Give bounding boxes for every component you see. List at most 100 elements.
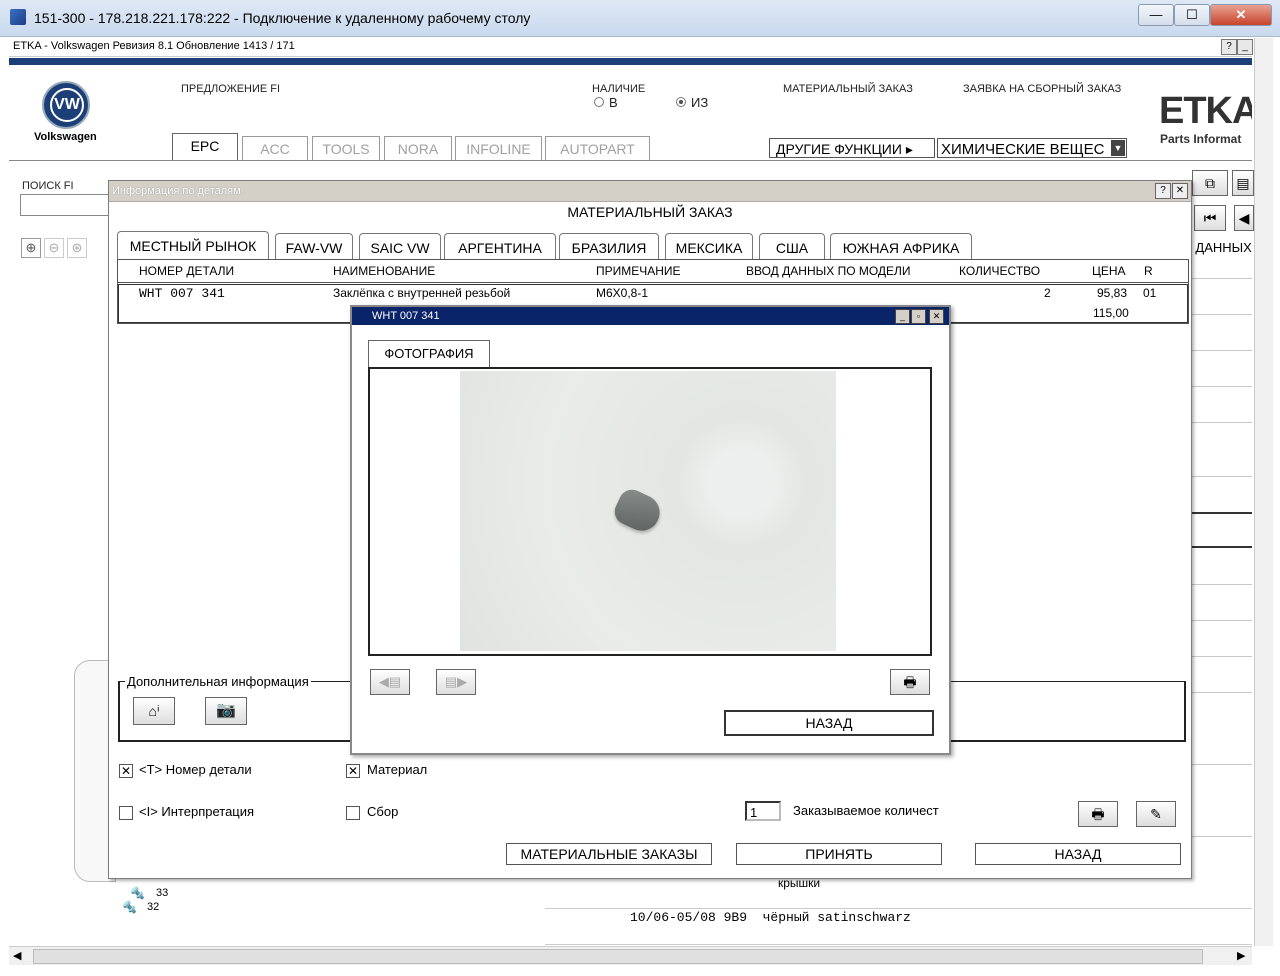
accept-button[interactable]: ПРИНЯТЬ: [736, 843, 942, 865]
prev-page-icon[interactable]: ◀: [1234, 205, 1254, 231]
photo-window-title-bar: WHT 007 341 _ ▫ ✕: [352, 307, 949, 325]
bg-part-row[interactable]: 10/06-05/08 9B9 чёрный satinschwarz: [630, 910, 911, 925]
list-row-line: [1190, 546, 1252, 548]
row-name[interactable]: Заклёпка с внутренней резьбой: [333, 286, 510, 300]
col-r: R: [1144, 264, 1153, 278]
dialog-close-icon[interactable]: ✕: [1172, 183, 1188, 199]
etka-help-button[interactable]: ?: [1221, 39, 1237, 55]
scroll-thumb[interactable]: [33, 949, 1203, 964]
offer-label[interactable]: ПРЕДЛОЖЕНИЕ FI: [181, 83, 280, 95]
list-row-line: [1190, 350, 1252, 351]
tab-nora[interactable]: NORA: [384, 136, 452, 161]
bottom-scrollbar[interactable]: ◀ ▶: [9, 946, 1252, 965]
radio-iz[interactable]: [676, 97, 686, 107]
col-model-data: ВВОД ДАННЫХ ПО МОДЕЛИ: [746, 264, 911, 278]
photo-close-icon[interactable]: ✕: [929, 309, 944, 324]
interpretation-option-label: <I> Интерпретация: [139, 804, 255, 819]
row-note[interactable]: M6X0,8-1: [596, 286, 648, 300]
part-info-dialog-title: Информация по деталям: [112, 185, 241, 197]
assembly-option-label: Сбор: [367, 804, 399, 819]
tab-infoline[interactable]: INFOLINE: [455, 136, 542, 161]
next-photo-icon[interactable]: ▤▶: [436, 669, 476, 695]
callout-32: 32: [147, 901, 160, 913]
callout-33: 33: [156, 887, 169, 899]
assembly-checkbox[interactable]: [346, 806, 360, 820]
right-scrollbar[interactable]: [1254, 38, 1273, 946]
photo-print-icon[interactable]: 🖶: [890, 669, 930, 695]
edit-icon[interactable]: ✎: [1136, 801, 1176, 827]
order-quantity-input[interactable]: 1: [745, 801, 781, 821]
right-column-header: Д ДАННЫХ: [1183, 240, 1252, 255]
bg-row-line: [545, 944, 1252, 945]
tab-usa[interactable]: США: [759, 233, 825, 260]
rivet-nut-image: [610, 485, 666, 537]
scroll-left-icon[interactable]: ◀: [13, 949, 21, 962]
interpretation-icon[interactable]: ⌂ⁱ: [133, 697, 175, 725]
tab-saic-vw[interactable]: SAIC VW: [359, 233, 441, 260]
radio-v-label: В: [609, 95, 618, 110]
part-number-checkbox[interactable]: ✕: [119, 764, 133, 778]
list-row-line: [1190, 656, 1252, 657]
list-row-line: [1190, 476, 1252, 477]
dialog-help-icon[interactable]: ?: [1155, 183, 1171, 199]
screw-icon: 🔩: [122, 900, 137, 914]
photo-minimize-icon[interactable]: _: [895, 309, 910, 324]
tab-local-market[interactable]: МЕСТНЫЙ РЫНОК: [117, 231, 269, 260]
other-functions-button[interactable]: ДРУГИЕ ФУНКЦИИ ▸: [769, 138, 935, 158]
etka-logo-subtitle: Parts Informat: [1160, 132, 1242, 146]
page-icon[interactable]: ▤: [1232, 170, 1254, 196]
row-part-number[interactable]: WHT 007 341: [139, 286, 225, 301]
back-button[interactable]: НАЗАД: [975, 843, 1181, 865]
rdp-title-bar: 151-300 - 178.218.221.178:222 - Подключе…: [0, 0, 1280, 37]
chevron-down-icon[interactable]: ▼: [1111, 140, 1125, 156]
zoom-fit-icon[interactable]: ⊛: [67, 238, 87, 258]
tab-photograph[interactable]: ФОТОГРАФИЯ: [368, 340, 490, 367]
photo-maximize-icon[interactable]: ▫: [911, 309, 926, 324]
col-note: ПРИМЕЧАНИЕ: [596, 264, 681, 278]
tab-tools[interactable]: TOOLS: [312, 136, 380, 161]
material-option-label: Материал: [367, 762, 428, 777]
material-order-link[interactable]: МАТЕРИАЛЬНЫЙ ЗАКАЗ: [783, 83, 913, 95]
photo-back-button[interactable]: НАЗАД: [724, 710, 934, 736]
list-row-line: [1190, 692, 1252, 693]
chemicals-select-value: ХИМИЧЕСКИЕ ВЕЩЕС: [941, 141, 1105, 158]
tab-acc[interactable]: ACC: [242, 136, 308, 161]
material-orders-button[interactable]: МАТЕРИАЛЬНЫЕ ЗАКАЗЫ: [506, 843, 712, 865]
tab-faw-vw[interactable]: FAW-VW: [275, 233, 353, 260]
row-r[interactable]: 01: [1143, 286, 1156, 300]
row-quantity[interactable]: 2: [1044, 286, 1051, 300]
tab-mexico[interactable]: МЕКСИКА: [665, 233, 753, 260]
prev-photo-icon[interactable]: ◀▤: [370, 669, 410, 695]
row-price[interactable]: 95,83: [1097, 286, 1127, 300]
search-input[interactable]: [20, 194, 112, 216]
rdp-close-button[interactable]: ✕: [1210, 4, 1272, 26]
print-icon[interactable]: 🖶: [1078, 801, 1118, 827]
interpretation-checkbox[interactable]: [119, 806, 133, 820]
tab-argentina[interactable]: АРГЕНТИНА: [444, 233, 556, 260]
vw-logo-letters: VW: [50, 88, 84, 122]
assembly-order-link[interactable]: ЗАЯВКА НА СБОРНЫЙ ЗАКАЗ: [963, 83, 1121, 95]
list-row-line: [1190, 584, 1252, 585]
brand-name: Volkswagen: [34, 131, 97, 143]
zoom-out-icon[interactable]: ⊖: [44, 238, 64, 258]
header-blue-bar: [9, 58, 1252, 65]
row-total: 115,00: [1093, 306, 1129, 320]
material-checkbox[interactable]: ✕: [346, 764, 360, 778]
tab-brazil[interactable]: БРАЗИЛИЯ: [559, 233, 659, 260]
rdp-maximize-button[interactable]: ☐: [1174, 4, 1210, 26]
dialog-heading: МАТЕРИАЛЬНЫЙ ЗАКАЗ: [567, 204, 733, 220]
scroll-right-icon[interactable]: ▶: [1237, 949, 1245, 962]
tab-autopart[interactable]: AUTOPART: [545, 136, 650, 161]
tab-south-africa[interactable]: ЮЖНАЯ АФРИКА: [830, 233, 972, 260]
first-page-icon[interactable]: ⏮: [1194, 205, 1226, 231]
camera-icon[interactable]: 📷: [205, 697, 247, 725]
part-number-option-label: <T> Номер детали: [139, 762, 252, 777]
screw-icon: 🔩: [130, 886, 145, 900]
tab-epc[interactable]: EPC: [172, 133, 238, 161]
pages-icon[interactable]: ⧉: [1192, 170, 1228, 196]
zoom-in-icon[interactable]: ⊕: [21, 238, 41, 258]
chemicals-select[interactable]: ХИМИЧЕСКИЕ ВЕЩЕС ▼: [937, 138, 1127, 158]
rdp-minimize-button[interactable]: —: [1138, 4, 1174, 26]
radio-v[interactable]: [594, 97, 604, 107]
etka-minimize-button[interactable]: _: [1237, 39, 1253, 55]
